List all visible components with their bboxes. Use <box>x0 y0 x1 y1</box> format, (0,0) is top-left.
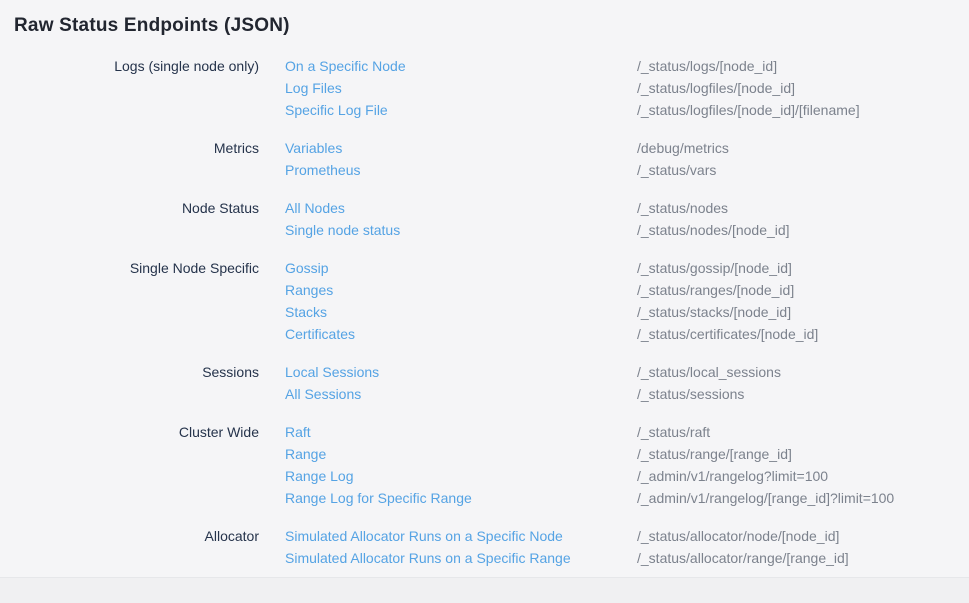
endpoint-path: /_status/nodes <box>637 197 969 219</box>
category-label-single-node-specific: Single Node Specific <box>0 257 259 279</box>
endpoint-link[interactable]: Ranges <box>259 279 637 301</box>
endpoint-row: Ranges /_status/ranges/[node_id] <box>0 279 969 301</box>
endpoint-row: Range /_status/range/[range_id] <box>0 443 969 465</box>
endpoint-link[interactable]: All Nodes <box>259 197 637 219</box>
endpoint-row: Range Log /_admin/v1/rangelog?limit=100 <box>0 465 969 487</box>
endpoint-row: Stacks /_status/stacks/[node_id] <box>0 301 969 323</box>
endpoint-path: /_status/logfiles/[node_id]/[filename] <box>637 99 969 121</box>
endpoint-path: /_status/gossip/[node_id] <box>637 257 969 279</box>
endpoint-row: Node Status All Nodes /_status/nodes <box>0 197 969 219</box>
endpoint-path: /_status/raft <box>637 421 969 443</box>
endpoint-row: Sessions Local Sessions /_status/local_s… <box>0 361 969 383</box>
category-label-metrics: Metrics <box>0 137 259 159</box>
raw-status-endpoints-panel: Raw Status Endpoints (JSON) Logs (single… <box>0 0 969 577</box>
endpoint-path: /_admin/v1/rangelog?limit=100 <box>637 465 969 487</box>
endpoint-path: /_status/allocator/range/[range_id] <box>637 547 969 569</box>
endpoint-link[interactable]: Range <box>259 443 637 465</box>
endpoint-row: Prometheus /_status/vars <box>0 159 969 181</box>
endpoint-link[interactable]: Range Log for Specific Range <box>259 487 637 509</box>
endpoint-row: Metrics Variables /debug/metrics <box>0 137 969 159</box>
endpoint-link[interactable]: On a Specific Node <box>259 55 637 77</box>
category-label-allocator: Allocator <box>0 525 259 547</box>
endpoint-path: /_status/range/[range_id] <box>637 443 969 465</box>
endpoint-path: /_status/logfiles/[node_id] <box>637 77 969 99</box>
endpoint-link[interactable]: Specific Log File <box>259 99 637 121</box>
endpoint-link[interactable]: Stacks <box>259 301 637 323</box>
endpoint-link[interactable]: Single node status <box>259 219 637 241</box>
endpoint-path: /_status/certificates/[node_id] <box>637 323 969 345</box>
endpoint-path: /_status/allocator/node/[node_id] <box>637 525 969 547</box>
endpoints-table: Logs (single node only) On a Specific No… <box>0 55 969 569</box>
endpoint-row: Cluster Wide Raft /_status/raft <box>0 421 969 443</box>
endpoint-link[interactable]: Local Sessions <box>259 361 637 383</box>
endpoint-link[interactable]: Prometheus <box>259 159 637 181</box>
endpoint-path: /_status/ranges/[node_id] <box>637 279 969 301</box>
endpoint-path: /_status/stacks/[node_id] <box>637 301 969 323</box>
endpoint-link[interactable]: Variables <box>259 137 637 159</box>
endpoint-link[interactable]: Simulated Allocator Runs on a Specific R… <box>259 547 637 569</box>
endpoint-path: /_status/logs/[node_id] <box>637 55 969 77</box>
endpoint-row: Specific Log File /_status/logfiles/[nod… <box>0 99 969 121</box>
endpoint-row: Certificates /_status/certificates/[node… <box>0 323 969 345</box>
endpoint-path: /_status/vars <box>637 159 969 181</box>
endpoint-row: Single Node Specific Gossip /_status/gos… <box>0 257 969 279</box>
endpoint-link[interactable]: Simulated Allocator Runs on a Specific N… <box>259 525 637 547</box>
endpoint-path: /_status/sessions <box>637 383 969 405</box>
endpoint-row: Allocator Simulated Allocator Runs on a … <box>0 525 969 547</box>
endpoint-row: Single node status /_status/nodes/[node_… <box>0 219 969 241</box>
endpoint-row: Simulated Allocator Runs on a Specific R… <box>0 547 969 569</box>
category-label-sessions: Sessions <box>0 361 259 383</box>
endpoint-path: /_admin/v1/rangelog/[range_id]?limit=100 <box>637 487 969 509</box>
endpoint-link[interactable]: Range Log <box>259 465 637 487</box>
endpoint-link[interactable]: Gossip <box>259 257 637 279</box>
category-label-logs: Logs (single node only) <box>0 55 259 77</box>
endpoint-link[interactable]: Log Files <box>259 77 637 99</box>
endpoint-row: Log Files /_status/logfiles/[node_id] <box>0 77 969 99</box>
endpoint-link[interactable]: Certificates <box>259 323 637 345</box>
endpoint-link[interactable]: Raft <box>259 421 637 443</box>
endpoint-row: Range Log for Specific Range /_admin/v1/… <box>0 487 969 509</box>
endpoint-path: /_status/nodes/[node_id] <box>637 219 969 241</box>
endpoint-link[interactable]: All Sessions <box>259 383 637 405</box>
endpoint-path: /_status/local_sessions <box>637 361 969 383</box>
page-title: Raw Status Endpoints (JSON) <box>14 13 969 39</box>
category-label-node-status: Node Status <box>0 197 259 219</box>
endpoint-path: /debug/metrics <box>637 137 969 159</box>
endpoint-row: All Sessions /_status/sessions <box>0 383 969 405</box>
category-label-cluster-wide: Cluster Wide <box>0 421 259 443</box>
endpoint-row: Logs (single node only) On a Specific No… <box>0 55 969 77</box>
page-bottom-strip <box>0 577 969 603</box>
